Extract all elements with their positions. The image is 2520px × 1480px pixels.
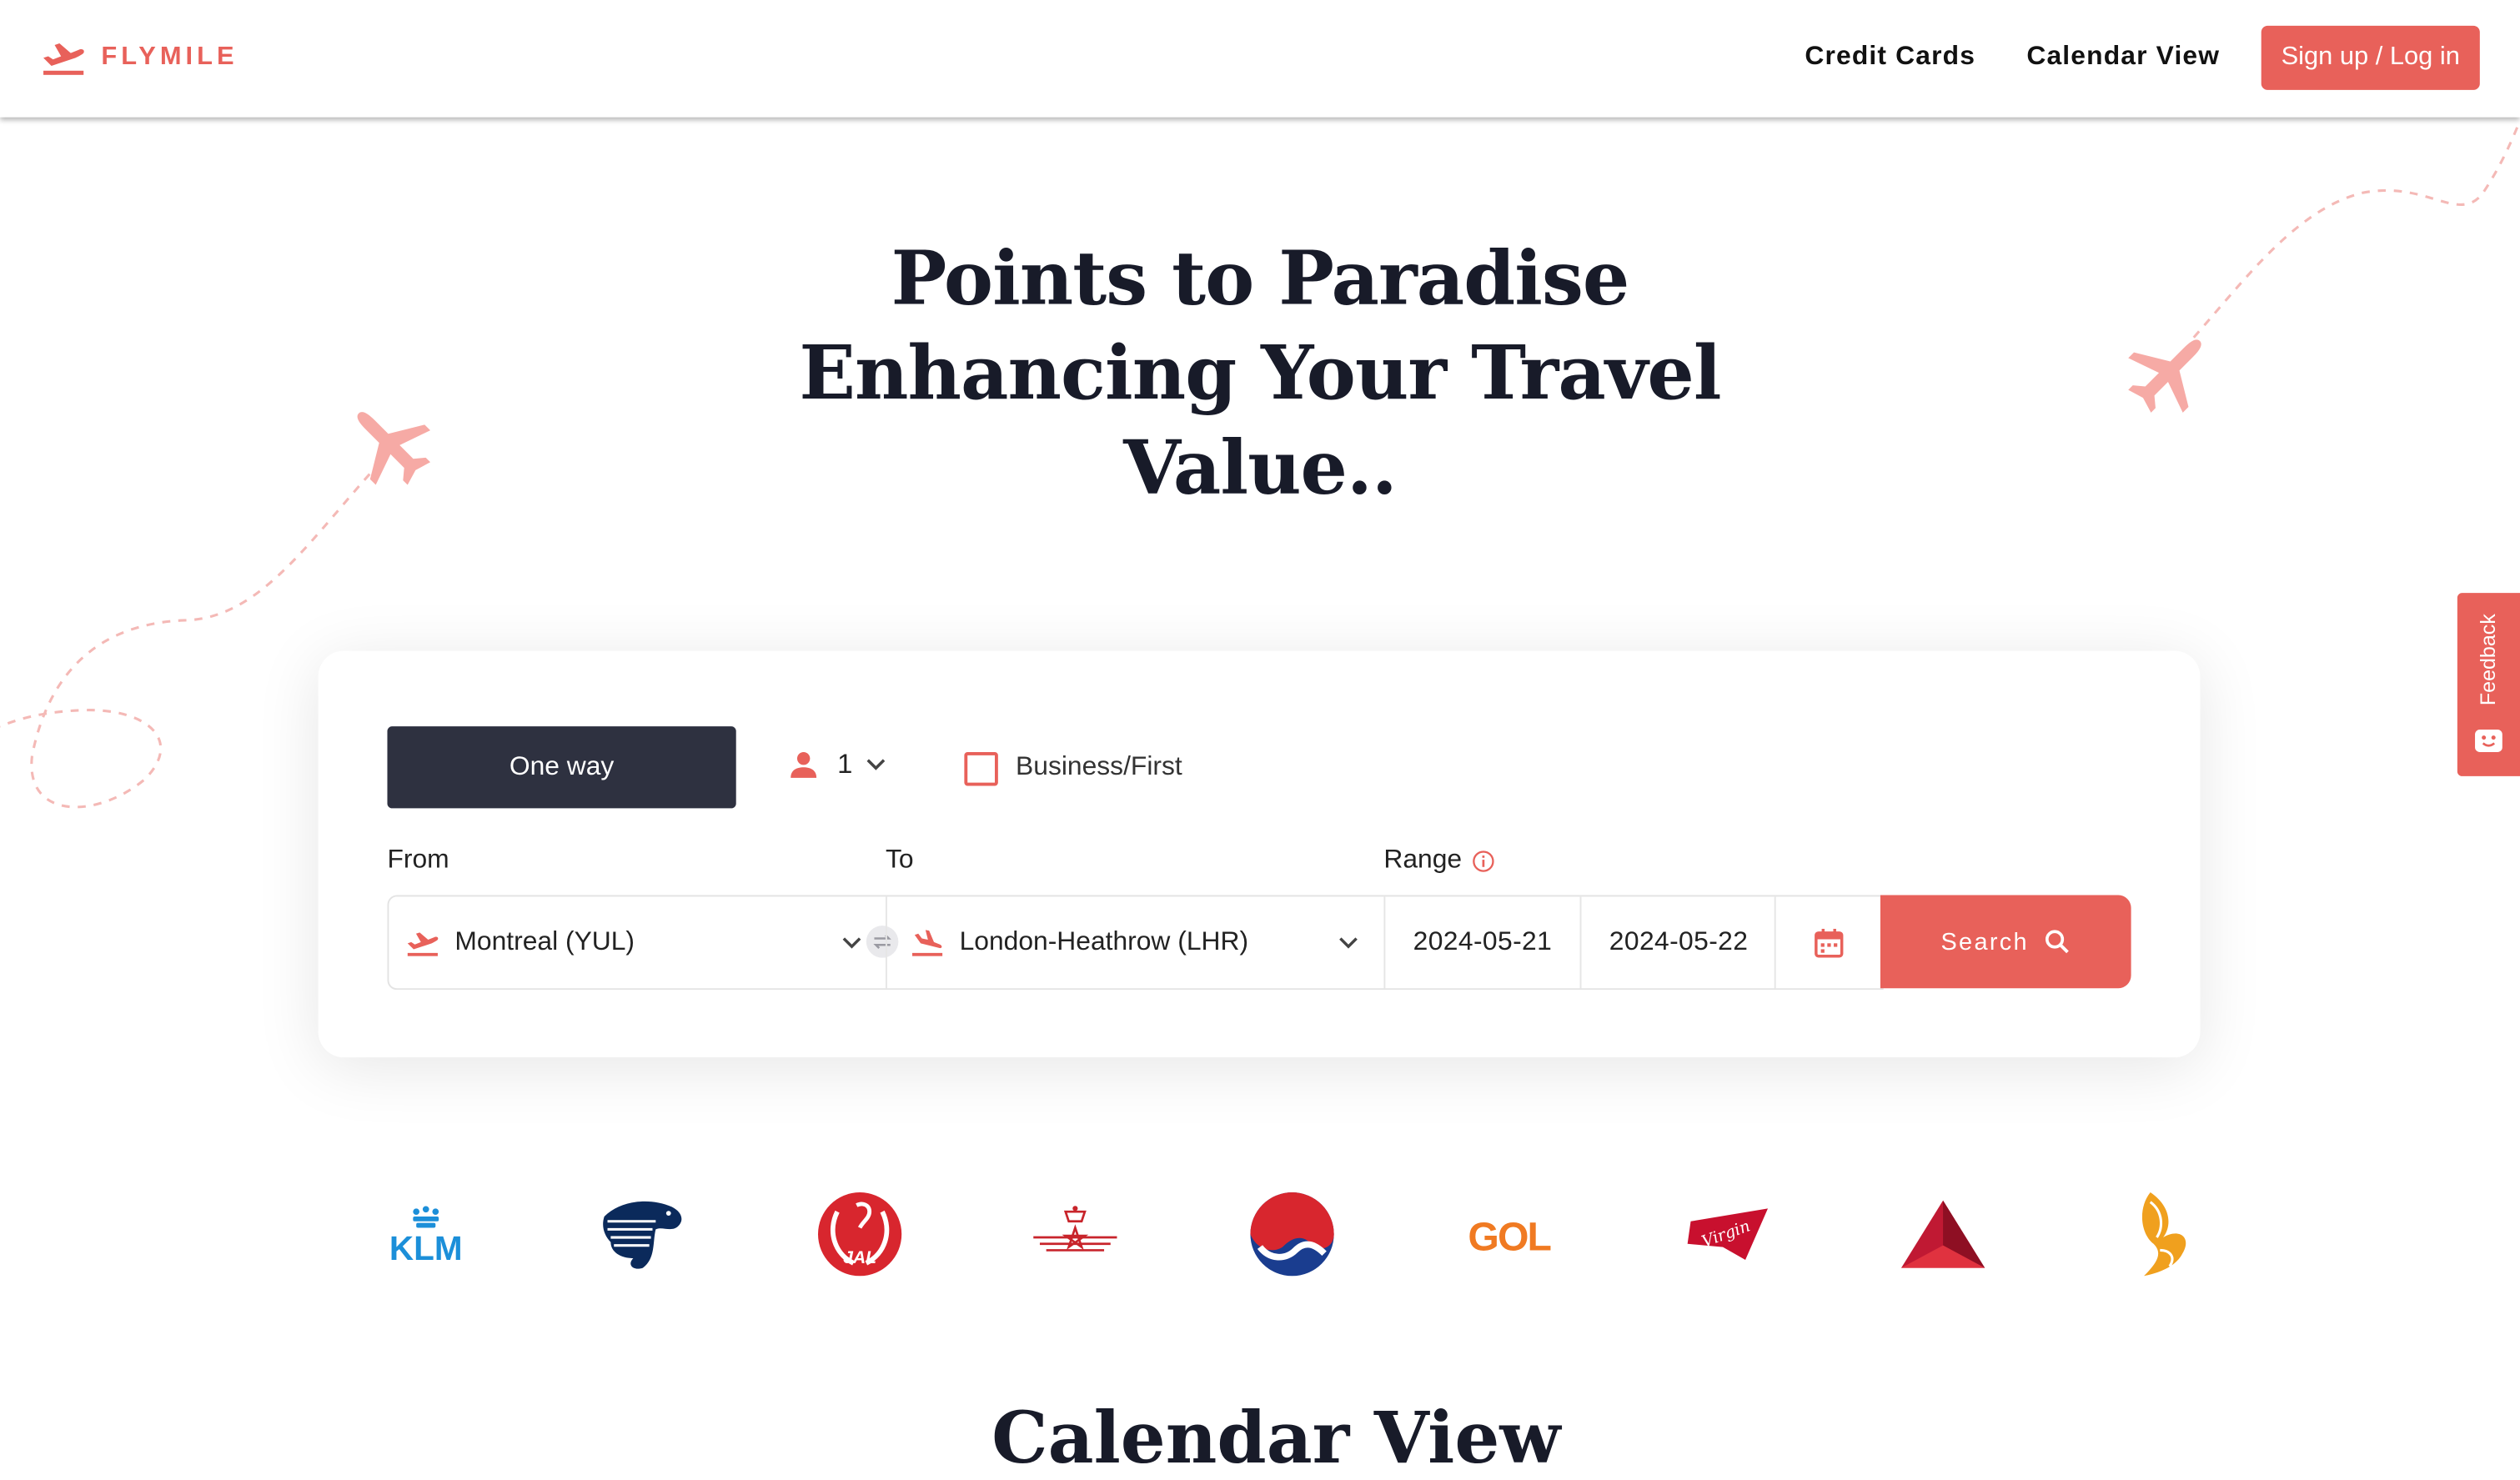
chevron-down-icon	[867, 759, 886, 770]
airline-klm-logo[interactable]: KLM	[381, 1189, 471, 1279]
end-date-input[interactable]: 2024-05-22	[1581, 896, 1775, 988]
plane-icon	[2128, 339, 2201, 413]
plane-icon	[357, 412, 431, 485]
person-icon	[791, 751, 817, 778]
virgin-logo: Virgin	[1687, 1208, 1769, 1261]
airline-korean-air-logo[interactable]	[1247, 1189, 1338, 1279]
airline-royal-air-maroc-logo[interactable]	[1030, 1189, 1120, 1279]
top-navbar: FLYMILE Credit Cards Calendar View Sign …	[0, 0, 2520, 118]
airline-gol-logo[interactable]: GOL	[1464, 1189, 1554, 1279]
feedback-tab[interactable]: Feedback	[2457, 593, 2520, 776]
hero-title: Points to Paradise Enhancing Your Travel…	[778, 232, 1742, 516]
origin-select[interactable]: Montreal (YUL)	[405, 896, 871, 988]
feedback-smiley-icon	[2475, 729, 2502, 752]
swap-airports-button[interactable]	[866, 926, 899, 958]
hero-line: Points to Paradise	[891, 234, 1630, 322]
brand-logo[interactable]: FLYMILE	[42, 38, 238, 77]
search-button[interactable]: Search	[1880, 895, 2131, 989]
gol-wordmark: GOL	[1468, 1214, 1550, 1259]
info-icon[interactable]	[1472, 850, 1494, 872]
klm-wordmark: KLM	[389, 1229, 463, 1267]
airline-virgin-logo[interactable]: Virgin	[1681, 1189, 1771, 1279]
page: FLYMILE Credit Cards Calendar View Sign …	[0, 0, 2520, 1480]
search-icon	[2046, 930, 2070, 954]
passenger-count: 1	[837, 749, 853, 780]
origin-value: Montreal (YUL)	[454, 927, 635, 956]
jal-wordmark: JAL	[843, 1248, 876, 1267]
gol-logo: GOL	[1468, 1214, 1552, 1259]
trip-type-button[interactable]: One way	[387, 726, 736, 809]
to-label: To	[885, 845, 914, 875]
swap-icon	[873, 934, 891, 949]
singapore-airlines-logo	[2141, 1192, 2186, 1277]
range-label-text: Range	[1383, 845, 1463, 875]
from-label: From	[387, 845, 449, 875]
airline-delta-logo[interactable]	[1898, 1189, 1988, 1279]
airline-jal-logo[interactable]: JAL	[815, 1189, 905, 1279]
korean-air-logo	[1250, 1192, 1334, 1277]
signup-login-button[interactable]: Sign up / Log in	[2261, 25, 2480, 90]
flight-search-card: One way 1 Business/First From To Range M…	[318, 650, 2201, 1058]
chevron-down-icon	[1339, 936, 1358, 948]
calendar-button[interactable]	[1776, 896, 1882, 988]
jal-logo: JAL	[817, 1192, 902, 1277]
feedback-label: Feedback	[2476, 614, 2500, 706]
calendar-icon	[1815, 928, 1844, 957]
field-divider	[885, 896, 887, 989]
takeoff-icon	[43, 43, 84, 75]
departure-plane-icon	[407, 931, 439, 956]
arrival-plane-icon	[911, 929, 943, 956]
hero-line: Value..	[1123, 424, 1398, 511]
airline-singapore-airlines-logo[interactable]	[2115, 1189, 2205, 1279]
range-label: Range	[1383, 845, 1493, 876]
aeromexico-logo	[603, 1201, 682, 1269]
search-fields: Montreal (YUL) London-Heathrow (LHR) 202…	[387, 895, 1884, 991]
destination-select[interactable]: London-Heathrow (LHR)	[910, 896, 1368, 988]
chevron-down-icon	[842, 936, 861, 948]
nav-credit-cards[interactable]: Credit Cards	[1805, 42, 1975, 73]
search-button-label: Search	[1940, 928, 2029, 956]
next-section-heading: Calendar View	[991, 1397, 1561, 1480]
airline-aeromexico-logo[interactable]	[598, 1189, 688, 1279]
hero-line: Enhancing Your Travel	[799, 329, 1721, 417]
royal-air-maroc-logo	[1033, 1206, 1117, 1252]
passenger-selector[interactable]: 1	[789, 749, 887, 781]
business-first-checkbox[interactable]	[964, 751, 998, 786]
nav-calendar-view[interactable]: Calendar View	[2026, 42, 2220, 73]
start-date-input[interactable]: 2024-05-21	[1385, 896, 1579, 988]
start-date-value: 2024-05-21	[1413, 927, 1553, 956]
klm-logo: KLM	[389, 1206, 463, 1267]
delta-logo	[1900, 1200, 1985, 1268]
destination-value: London-Heathrow (LHR)	[959, 927, 1249, 956]
brand-name: FLYMILE	[101, 43, 238, 71]
end-date-value: 2024-05-22	[1609, 927, 1749, 956]
business-first-label: Business/First	[1016, 751, 1182, 781]
